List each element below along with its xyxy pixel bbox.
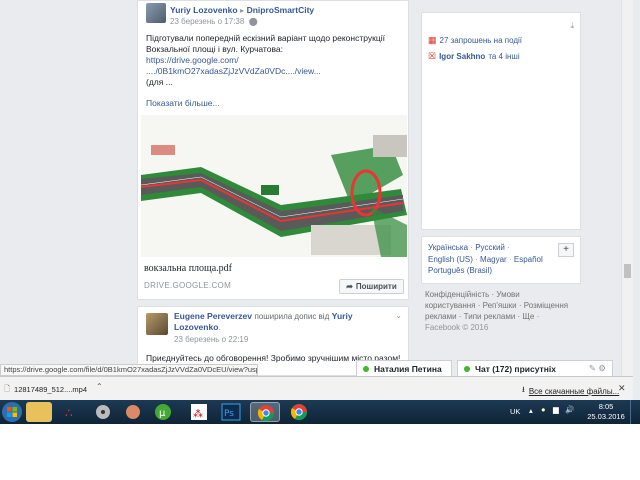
post-text-line: Підготували попередній ескізний варіант … bbox=[146, 33, 385, 43]
footer-line[interactable]: користування · Реп'яшки · Розміщення bbox=[425, 300, 585, 311]
post-header: Yuriy Lozovenko ▸ DniproSmartCity bbox=[170, 5, 314, 15]
pdf-reader-icon[interactable]: ⁂ bbox=[186, 402, 212, 422]
lang-uk[interactable]: Українська bbox=[428, 243, 468, 252]
file-icon: 🗋 bbox=[4, 383, 11, 393]
chrome-canary-icon[interactable] bbox=[284, 402, 314, 422]
event-invites-row[interactable]: ▦ 27 запрошень на події bbox=[428, 35, 522, 46]
clock-date: 25.03.2016 bbox=[587, 412, 625, 421]
post-text: Підготували попередній ескізний варіант … bbox=[146, 33, 406, 109]
author-name[interactable]: Eugene Pereverzev bbox=[174, 311, 252, 321]
windows-start-button[interactable] bbox=[0, 400, 24, 424]
road-plan-drawing bbox=[141, 115, 407, 257]
share-label: Поширити bbox=[355, 282, 397, 291]
lang-en[interactable]: English (US) bbox=[428, 255, 473, 264]
file-explorer-icon[interactable] bbox=[26, 402, 52, 422]
arrow-icon: ▸ bbox=[240, 6, 245, 15]
person-link[interactable]: Igor Sakhno bbox=[439, 52, 485, 61]
chat-count-label: Чат (172) присутніх bbox=[475, 363, 556, 374]
all-downloads-label: Все скачанные файлы... bbox=[528, 386, 620, 396]
chat-tab-name: Наталия Петина bbox=[374, 363, 442, 374]
scrollbar-thumb[interactable] bbox=[624, 264, 631, 278]
post-timestamp[interactable]: 23 березень о 22:19 bbox=[174, 335, 248, 344]
online-dot-icon bbox=[363, 365, 369, 372]
download-icon[interactable]: ⤓ bbox=[570, 21, 574, 31]
online-dot-icon bbox=[464, 365, 470, 372]
show-hidden-icons-icon[interactable]: ▴ bbox=[529, 406, 533, 415]
lang-hu[interactable]: Magyar bbox=[480, 255, 507, 264]
svg-text:∴: ∴ bbox=[65, 406, 73, 420]
lang-es[interactable]: Español bbox=[514, 255, 543, 264]
group-name[interactable]: DniproSmartCity bbox=[247, 5, 315, 15]
network-status-icon[interactable]: ▆ bbox=[553, 405, 559, 414]
vertical-scrollbar[interactable] bbox=[621, 0, 633, 376]
all-downloads-link[interactable]: ⭳ Все скачанные файлы... bbox=[522, 384, 619, 398]
share-action-text: поширила допис від bbox=[254, 312, 330, 321]
chevron-down-icon[interactable]: ⌄ bbox=[395, 311, 402, 320]
post-link[interactable]: https://drive.google.com/ bbox=[146, 55, 406, 66]
original-author[interactable]: Yuriy bbox=[332, 311, 353, 321]
birthday-row[interactable]: ☒ Igor Sakhno та 4 інші bbox=[428, 51, 520, 62]
download-item[interactable]: 🗋 12817489_512....mp4 bbox=[4, 382, 88, 396]
post-timestamp[interactable]: 23 березень о 17:38 bbox=[170, 17, 244, 26]
chat-tab-person[interactable]: Наталия Петина bbox=[356, 360, 452, 376]
feed-post: Yuriy Lozovenko ▸ DniproSmartCity 23 бер… bbox=[137, 0, 409, 300]
post-text-line: (для ... bbox=[146, 77, 173, 87]
attachment-title[interactable]: вокзальна площа.pdf bbox=[144, 263, 232, 274]
media-app-icon[interactable]: ∴ bbox=[60, 402, 86, 422]
attachment-preview-image[interactable] bbox=[141, 115, 407, 257]
notification-icon[interactable]: ● bbox=[541, 405, 546, 414]
status-bar-url: https://drive.google.com/file/d/0B1kmO27… bbox=[0, 364, 258, 376]
svg-text:µ: µ bbox=[159, 408, 166, 419]
photoshop-icon[interactable]: Ps bbox=[218, 402, 244, 422]
footer-links: Конфіденційність · Умови користування · … bbox=[425, 289, 585, 333]
film-icon[interactable] bbox=[90, 402, 116, 422]
download-filename: 12817489_512....mp4 bbox=[14, 384, 88, 394]
lang-pt[interactable]: Português (Brasil) bbox=[428, 266, 492, 275]
share-button[interactable]: ➦ Поширити bbox=[339, 279, 404, 294]
share-icon: ➦ bbox=[346, 282, 353, 291]
others-link[interactable]: та 4 інші bbox=[488, 52, 519, 61]
chat-sidebar-tab[interactable]: Чат (172) присутніх ✎ ⚙ bbox=[457, 360, 613, 376]
chrome-icon[interactable] bbox=[250, 402, 280, 422]
attachment-domain: DRIVE.GOOGLE.COM bbox=[144, 281, 232, 290]
post-header: Eugene Pereverzev поширила допис від Yur… bbox=[174, 311, 353, 332]
chat-settings-icon[interactable]: ✎ ⚙ bbox=[589, 363, 606, 374]
gift-icon: ☒ bbox=[428, 51, 437, 61]
taskbar: ∴ µ ⁂ Ps UK ▴ ● ▆ 🔊 8:05 25.03.2016 bbox=[0, 400, 640, 424]
system-clock[interactable]: 8:05 25.03.2016 bbox=[584, 402, 628, 422]
author-name[interactable]: Yuriy Lozovenko bbox=[170, 5, 238, 15]
downloads-bar: 🗋 12817489_512....mp4 ⌃ ⭳ Все скачанные … bbox=[0, 376, 633, 400]
svg-text:Ps: Ps bbox=[224, 409, 234, 419]
post-text-line: Вокзальної площі і вул. Курчатова: bbox=[146, 44, 283, 54]
language-selector: Українська · Русский · English (US) · Ma… bbox=[421, 236, 581, 284]
chevron-up-icon[interactable]: ⌃ bbox=[96, 382, 103, 391]
right-sidebar-box: ⤓ ▦ 27 запрошень на події ☒ Igor Sakhno … bbox=[421, 12, 581, 230]
post-time-row: 23 березень о 17:38 ⬤ bbox=[170, 17, 258, 26]
utorrent-icon[interactable]: µ bbox=[150, 402, 176, 422]
author-avatar[interactable] bbox=[146, 3, 166, 23]
keyboard-language[interactable]: UK bbox=[510, 407, 520, 416]
post-link-cont[interactable]: ..../0B1kmO27xadasZjJzVVdZa0VDc..../view… bbox=[146, 66, 406, 77]
author-avatar[interactable] bbox=[146, 313, 168, 335]
calendar-icon: ▦ bbox=[428, 35, 437, 45]
volume-icon[interactable]: 🔊 bbox=[565, 405, 574, 414]
copyright: Facebook © 2016 bbox=[425, 323, 489, 332]
original-author-cont[interactable]: Lozovenko bbox=[174, 322, 218, 332]
download-arrow-icon: ⭳ bbox=[522, 385, 525, 394]
globe-icon: ⬤ bbox=[246, 17, 258, 26]
show-desktop-button[interactable] bbox=[630, 400, 640, 424]
blank-area bbox=[0, 424, 640, 480]
svg-text:⁂: ⁂ bbox=[193, 408, 203, 420]
more-languages-button[interactable]: + bbox=[558, 243, 574, 257]
close-icon[interactable]: ✕ bbox=[618, 383, 626, 394]
footer-line[interactable]: Конфіденційність · Умови bbox=[425, 289, 585, 300]
footer-line[interactable]: реклами · Типи реклами · Ще · bbox=[425, 311, 585, 322]
language-list: Українська · Русский · English (US) · Ma… bbox=[428, 243, 543, 275]
network-icon[interactable] bbox=[120, 402, 146, 422]
event-invites-link[interactable]: 27 запрошень на події bbox=[440, 36, 523, 45]
show-more-link[interactable]: Показати більше... bbox=[146, 98, 406, 109]
lang-ru[interactable]: Русский bbox=[475, 243, 505, 252]
browser-viewport: Yuriy Lozovenko ▸ DniproSmartCity 23 бер… bbox=[0, 0, 640, 424]
clock-time: 8:05 bbox=[598, 402, 614, 411]
